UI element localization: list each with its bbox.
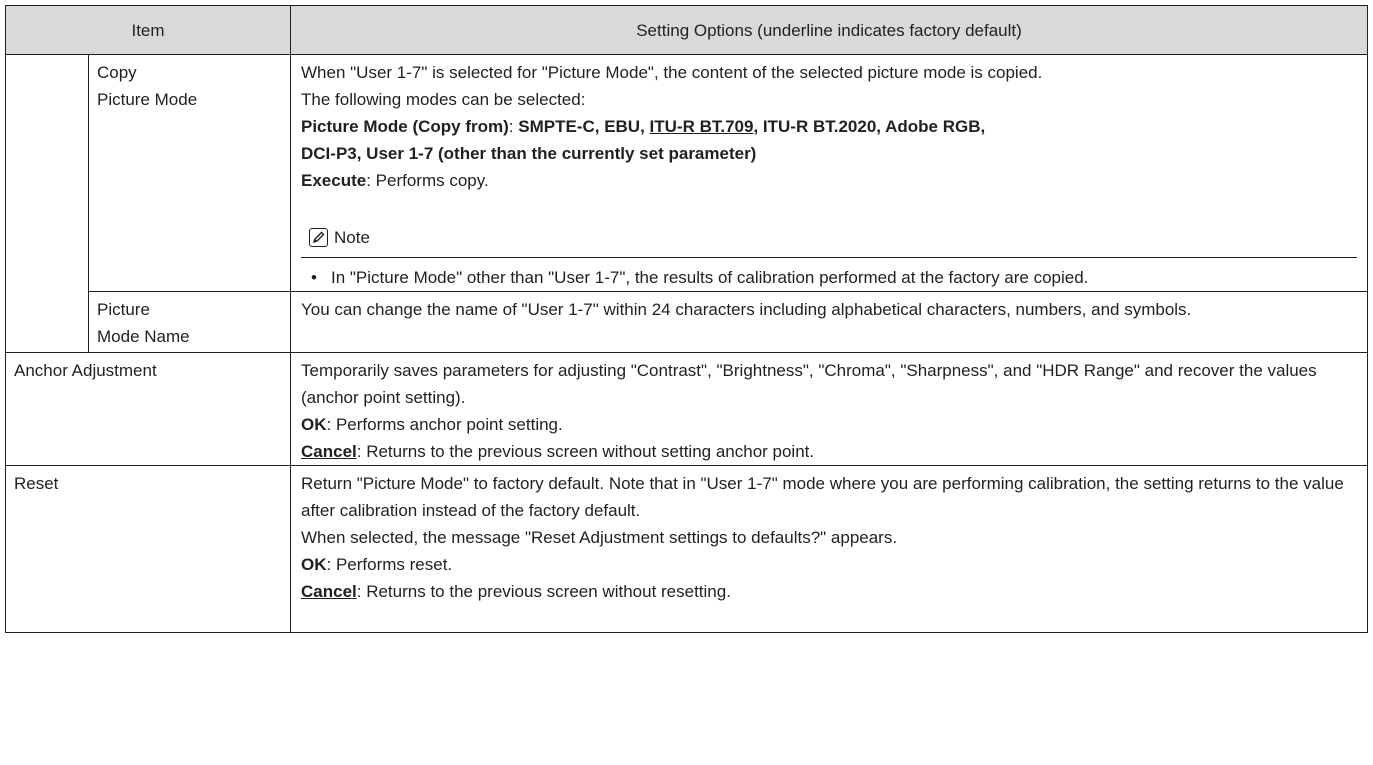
- item-picture-mode-name: Picture Mode Name: [88, 291, 291, 353]
- header-options: Setting Options (underline indicates fac…: [290, 5, 1368, 55]
- default-mode: ITU-R BT.709: [649, 117, 754, 136]
- reset-ok-line: OK: Performs reset.: [301, 555, 453, 574]
- reset-message: When selected, the message "Reset Adjust…: [301, 528, 898, 547]
- anchor-desc: Temporarily saves parameters for adjusti…: [301, 361, 1317, 407]
- copy-modes-list: Picture Mode (Copy from): SMPTE-C, EBU, …: [301, 117, 986, 136]
- reset-desc: Return "Picture Mode" to factory default…: [301, 474, 1344, 520]
- header-item: Item: [5, 5, 291, 55]
- table-row: Copy Picture Mode When "User 1-7" is sel…: [5, 54, 1368, 353]
- options-reset: Return "Picture Mode" to factory default…: [290, 465, 1368, 633]
- note-divider: [301, 257, 1357, 258]
- copy-desc: When "User 1-7" is selected for "Picture…: [301, 63, 1043, 82]
- note-item: • In "Picture Mode" other than "User 1-7"…: [311, 268, 1089, 287]
- anchor-ok-line: OK: Performs anchor point setting.: [301, 415, 563, 434]
- note-pencil-icon: [309, 227, 328, 247]
- item-copy-picture-mode: Copy Picture Mode: [88, 54, 291, 292]
- note-title: Note: [334, 227, 370, 247]
- table-row: Reset Return "Picture Mode" to factory d…: [5, 465, 1368, 633]
- options-anchor-adjustment: Temporarily saves parameters for adjusti…: [290, 352, 1368, 466]
- options-picture-mode-name: You can change the name of "User 1-7" wi…: [290, 291, 1368, 353]
- table-row: Anchor Adjustment Temporarily saves para…: [5, 352, 1368, 466]
- parent-item-cell: [5, 54, 89, 353]
- item-reset: Reset: [5, 465, 291, 633]
- reset-cancel-line: Cancel: Returns to the previous screen w…: [301, 582, 731, 601]
- table-row: Picture Mode Name You can change the nam…: [6, 291, 1368, 353]
- item-anchor-adjustment: Anchor Adjustment: [5, 352, 291, 466]
- options-copy-picture-mode: When "User 1-7" is selected for "Picture…: [290, 54, 1368, 292]
- table-header-row: Item Setting Options (underline indicate…: [5, 5, 1368, 55]
- note-heading: Note: [301, 220, 1357, 254]
- copy-modes-intro: The following modes can be selected:: [301, 90, 586, 109]
- copy-modes-list-cont: DCI-P3, User 1-7 (other than the current…: [301, 144, 757, 163]
- settings-table: Item Setting Options (underline indicate…: [5, 5, 1368, 633]
- anchor-cancel-line: Cancel: Returns to the previous screen w…: [301, 442, 815, 461]
- note-list: • In "Picture Mode" other than "User 1-7"…: [301, 264, 1357, 291]
- execute-line: Execute: Performs copy.: [301, 171, 489, 190]
